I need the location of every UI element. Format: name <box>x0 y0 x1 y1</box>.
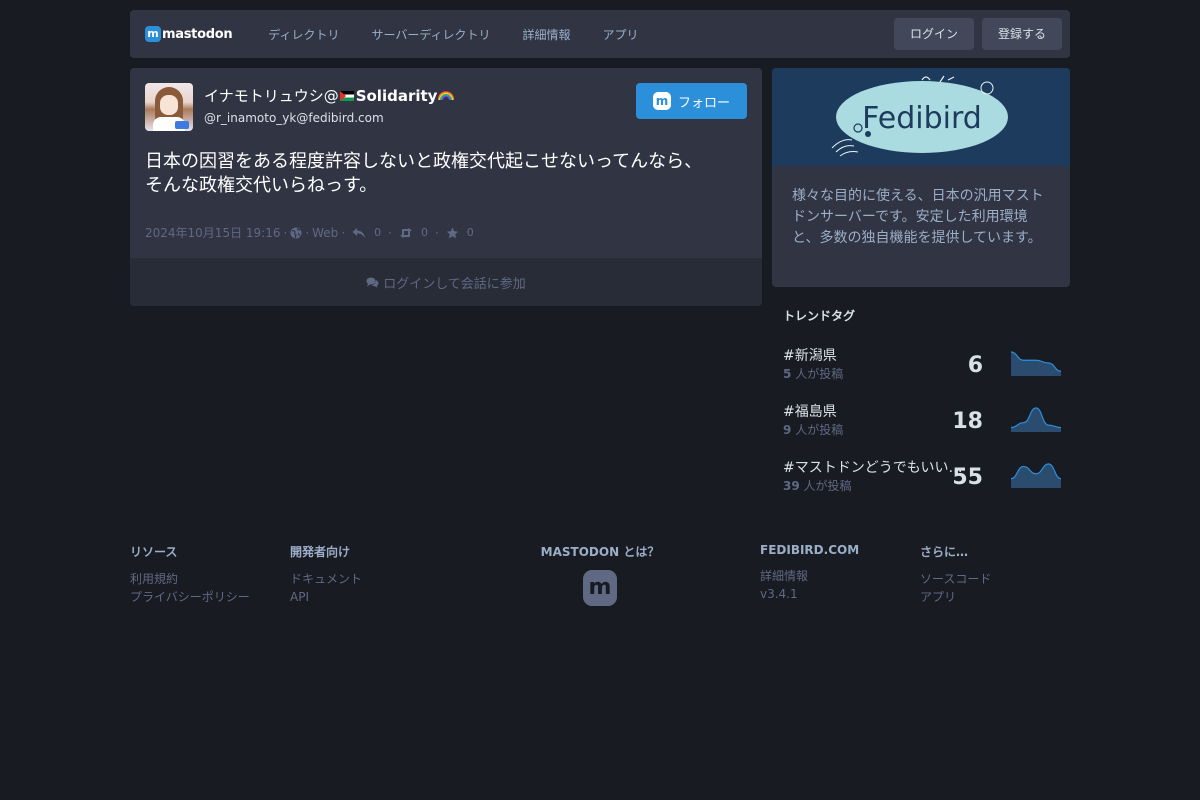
footer-link-about[interactable]: 詳細情報 <box>760 567 859 585</box>
status-application: Web <box>312 225 339 240</box>
trend-item[interactable]: #新潟県 5 人が投稿 6 <box>783 345 1063 385</box>
trend-people: 5 人が投稿 <box>783 365 843 382</box>
footer-developers-title: 開発者向け <box>290 545 351 559</box>
mastodon-footer-logo-icon[interactable]: m <box>583 570 617 606</box>
footer-server: FEDIBIRD.COM 詳細情報 v3.4.1 <box>760 543 859 603</box>
status-content-line-1: 日本の因習をある程度許容しないと政権交代起こせないってんなら、 <box>145 151 703 172</box>
server-description: 様々な目的に使える、日本の汎用マストドンサーバーです。安定した利用環境と、多数の… <box>792 188 1044 246</box>
display-name-prefix: イナモトリュウシ@ <box>204 87 339 105</box>
trend-item[interactable]: #マストドンどうでもいい… 39 人が投稿 55 <box>783 457 1063 497</box>
signup-button[interactable]: 登録する <box>981 18 1062 50</box>
trend-people-count: 39 <box>783 479 800 493</box>
footer-resources-title: リソース <box>130 545 178 559</box>
boost-action[interactable]: 0 <box>399 226 428 239</box>
reply-action[interactable]: 0 <box>352 226 381 239</box>
display-name[interactable]: イナモトリュウシ@ Solidarity <box>204 85 455 106</box>
trend-people-suffix: 人が投稿 <box>803 479 852 493</box>
meta-separator: · <box>305 225 310 240</box>
status-content: 日本の因習をある程度許容しないと政権交代起こせないってんなら、 そんな政権交代い… <box>145 150 745 198</box>
fedibird-banner-image: Fedibird <box>831 75 1008 157</box>
trend-item[interactable]: #福島県 9 人が投稿 18 <box>783 401 1063 441</box>
trend-people-count: 5 <box>783 367 792 381</box>
trend-tag[interactable]: #福島県 <box>783 401 963 421</box>
follow-button[interactable]: m フォロー <box>636 83 747 119</box>
footer-about-title: MASTODON とは？ <box>540 545 660 559</box>
server-card: Fedibird 様々な目的に使える、日本の汎用マストドンサーバーです。安定した… <box>772 68 1070 287</box>
trend-sparkline <box>1011 463 1061 488</box>
nav-link-apps[interactable]: アプリ <box>603 26 639 43</box>
nav-link-directory[interactable]: ディレクトリ <box>268 26 339 43</box>
sparkline-area <box>1011 408 1061 432</box>
nav-link-about[interactable]: 詳細情報 <box>523 26 571 43</box>
trend-sparkline <box>1011 351 1061 376</box>
follow-label: フォロー <box>677 95 730 111</box>
comments-icon <box>366 277 379 288</box>
footer-link-api[interactable]: API <box>290 588 362 606</box>
reply-count: 0 <box>374 226 382 239</box>
boost-count: 0 <box>420 226 428 239</box>
login-to-join-button[interactable]: ログインして会話に参加 <box>130 258 762 306</box>
status-timestamp[interactable]: 2024年10月15日 19:16 <box>145 224 280 241</box>
footer-more-title: さらに… <box>920 545 969 559</box>
meta-separator: · <box>388 225 392 240</box>
reply-icon <box>352 227 366 238</box>
trend-people-suffix: 人が投稿 <box>795 423 844 437</box>
banner-lettering: Fedibird <box>862 101 982 136</box>
footer-link-apps[interactable]: アプリ <box>920 588 991 606</box>
trend-people-count: 9 <box>783 423 792 437</box>
trend-uses: 55 <box>952 465 983 490</box>
footer-link-privacy[interactable]: プライバシーポリシー <box>130 588 250 606</box>
star-icon <box>446 227 459 238</box>
trend-tag[interactable]: #マストドンどうでもいい… <box>783 457 963 477</box>
login-prompt: ログインして会話に参加 <box>383 276 526 292</box>
mastodon-icon: m <box>652 92 671 110</box>
globe-icon <box>290 227 302 238</box>
server-banner[interactable]: Fedibird <box>772 68 1070 166</box>
trend-people: 9 人が投稿 <box>783 421 843 438</box>
mastodon-logo[interactable]: m mastodon <box>145 26 233 42</box>
footer-server-title: FEDIBIRD.COM <box>760 543 860 557</box>
favourite-count: 0 <box>466 226 474 239</box>
trends-title: トレンドタグ <box>783 309 856 323</box>
account-handle[interactable]: @r_inamoto_yk@fedibird.com <box>204 111 384 125</box>
footer-version: v3.4.1 <box>760 587 798 601</box>
status-card: イナモトリュウシ@ Solidarity @r_inamoto_yk@fedibi… <box>130 68 762 306</box>
trend-people: 39 人が投稿 <box>783 477 852 494</box>
favourite-action[interactable]: 0 <box>446 226 474 239</box>
footer-link-source[interactable]: ソースコード <box>920 570 991 588</box>
status-content-line-2: そんな政権交代いらねっす。 <box>145 175 378 196</box>
display-name-bold: Solidarity <box>355 87 438 105</box>
nav-link-server-directory[interactable]: サーバーディレクトリ <box>371 26 490 43</box>
rainbow-icon <box>438 90 455 100</box>
trend-uses: 6 <box>967 353 983 378</box>
meta-separator: · <box>434 225 439 240</box>
footer-link-docs[interactable]: ドキュメント <box>290 570 362 588</box>
meta-separator: · <box>283 225 288 240</box>
trend-people-suffix: 人が投稿 <box>795 367 844 381</box>
boost-icon <box>399 227 412 238</box>
avatar-face <box>160 95 178 115</box>
top-navigation-bar: m mastodon ディレクトリ サーバーディレクトリ 詳細情報 アプリ ログ… <box>130 10 1070 58</box>
palestine-flag-icon <box>339 90 354 101</box>
mastodon-logo-icon: m <box>145 26 161 42</box>
footer-developers: 開発者向け ドキュメント API <box>290 543 362 606</box>
login-button[interactable]: ログイン <box>893 18 974 50</box>
avatar[interactable] <box>145 83 193 131</box>
logo-text: mastodon <box>162 26 233 42</box>
footer-resources: リソース 利用規約 プライバシーポリシー <box>130 543 250 606</box>
footer-more: さらに… ソースコード アプリ <box>920 543 991 606</box>
footer-about-mastodon: MASTODON とは？ m <box>520 543 680 606</box>
sparkline-area <box>1011 352 1061 376</box>
avatar-badge <box>175 121 189 129</box>
trend-uses: 18 <box>952 409 983 434</box>
meta-separator: · <box>341 225 346 240</box>
trend-tag[interactable]: #新潟県 <box>783 345 963 365</box>
trend-sparkline <box>1011 407 1061 432</box>
footer-link-terms[interactable]: 利用規約 <box>130 570 250 588</box>
status-meta: 2024年10月15日 19:16 · · Web · 0 · 0 · 0 <box>145 224 478 241</box>
